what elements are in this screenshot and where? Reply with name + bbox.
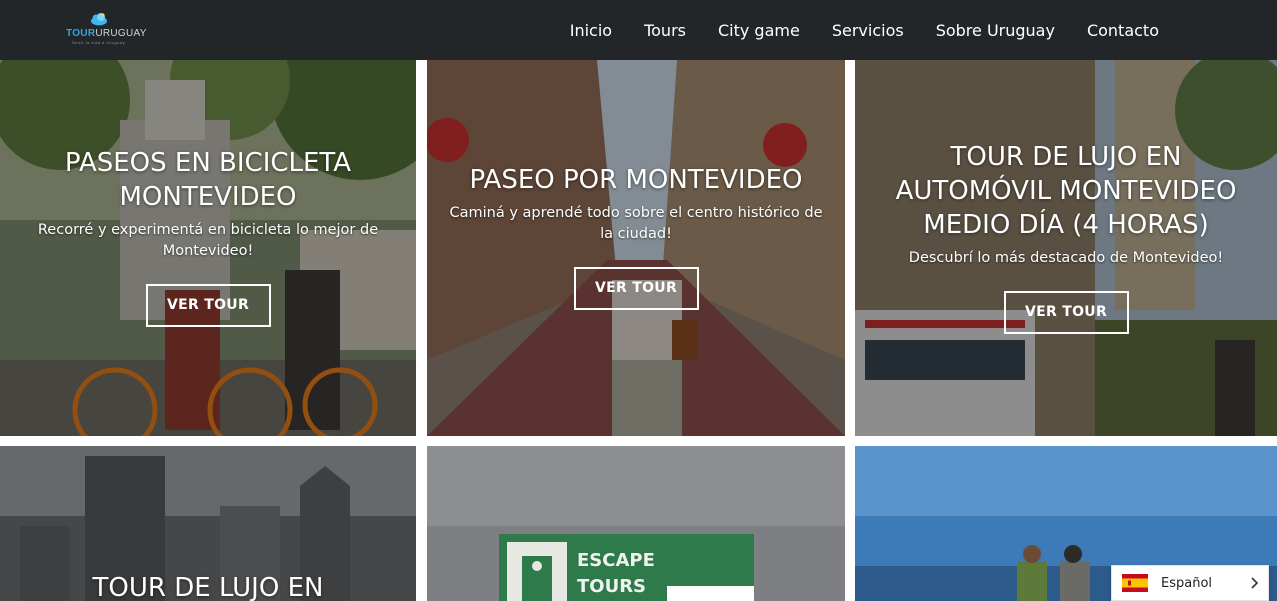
tour-card-walking[interactable]: PASEO POR MONTEVIDEO Caminá y aprendé to… <box>427 60 845 436</box>
nav-servicios[interactable]: Servicios <box>832 21 904 40</box>
spain-flag-icon <box>1122 574 1148 592</box>
nav-city-game[interactable]: City game <box>718 21 800 40</box>
card-content: PASEOS EN BICICLETA MONTEVIDEO Recorré y… <box>0 146 416 327</box>
card-description: Recorré y experimentá en bicicleta lo me… <box>37 222 379 259</box>
ver-tour-button[interactable]: VER TOUR <box>145 284 271 327</box>
nav-inicio[interactable]: Inicio <box>570 21 612 40</box>
card-title: PASEO POR MONTEVIDEO <box>469 165 803 195</box>
escape-sign-line2: TOURS <box>577 576 646 597</box>
card-content: PASEO POR MONTEVIDEO Caminá y aprendé to… <box>427 163 845 310</box>
logo-tagline: Sentí la vida a Uruguay <box>72 40 126 45</box>
tour-card-escape[interactable]: ESCAPE TOURS <box>427 446 845 601</box>
nav-contacto[interactable]: Contacto <box>1087 21 1159 40</box>
chevron-right-icon <box>1251 577 1259 589</box>
tour-card-luxury-skyline[interactable]: TOUR DE LUJO EN <box>0 446 416 601</box>
language-label: Español <box>1161 575 1213 591</box>
site-logo[interactable]: TOURURUGUAY Sentí la vida a Uruguay <box>64 10 146 48</box>
language-switcher[interactable]: Español <box>1111 565 1269 601</box>
card-content: TOUR DE LUJO EN <box>0 571 416 601</box>
tour-card-bicycle[interactable]: PASEOS EN BICICLETA MONTEVIDEO Recorré y… <box>0 60 416 436</box>
tour-card-luxury-car[interactable]: TOUR DE LUJO EN AUTOMÓVIL MONTEVIDEO MED… <box>855 60 1277 436</box>
escape-tours-photo: ESCAPE TOURS <box>427 446 845 601</box>
card-description: Caminá y aprendé todo sobre el centro hi… <box>449 205 823 242</box>
card-content: TOUR DE LUJO EN AUTOMÓVIL MONTEVIDEO MED… <box>855 140 1277 334</box>
card-description: Descubrí lo más destacado de Montevideo! <box>908 250 1224 266</box>
card-title: TOUR DE LUJO EN <box>92 573 324 601</box>
main-nav: Inicio Tours City game Servicios Sobre U… <box>538 0 1159 60</box>
site-header: TOURURUGUAY Sentí la vida a Uruguay Inic… <box>0 0 1277 60</box>
nav-tours[interactable]: Tours <box>644 21 686 40</box>
nav-sobre-uruguay[interactable]: Sobre Uruguay <box>936 21 1055 40</box>
logo-text: TOURURUGUAY <box>66 28 147 39</box>
ver-tour-button[interactable]: VER TOUR <box>1003 291 1129 334</box>
logo-cloud-icon <box>91 13 107 26</box>
escape-sign-line1: ESCAPE <box>577 550 655 571</box>
card-title: PASEOS EN BICICLETA MONTEVIDEO <box>64 148 352 212</box>
card-title: TOUR DE LUJO EN AUTOMÓVIL MONTEVIDEO MED… <box>895 142 1237 240</box>
ver-tour-button[interactable]: VER TOUR <box>573 267 699 310</box>
